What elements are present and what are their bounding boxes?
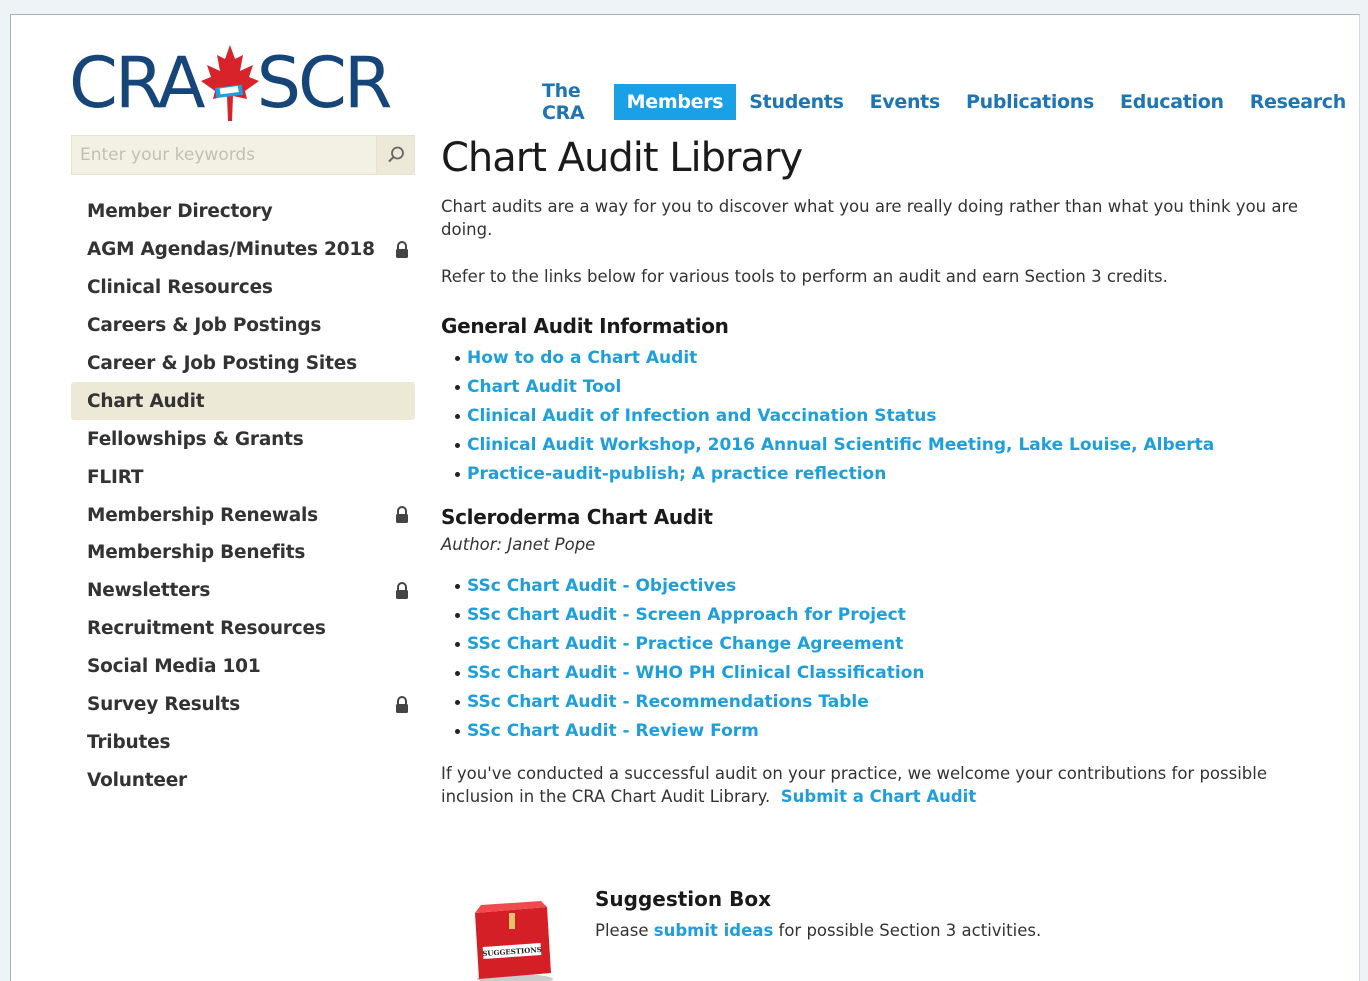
maple-leaf-icon bbox=[199, 43, 261, 123]
sidebar-item-career-job-posting-sites[interactable]: Career & Job Posting Sites bbox=[71, 345, 415, 383]
sidebar-item-member-directory[interactable]: Member Directory bbox=[71, 193, 415, 231]
nav-events[interactable]: Events bbox=[857, 84, 953, 120]
lock-icon bbox=[395, 695, 409, 719]
cra-scr-logo[interactable]: CRA SCR bbox=[69, 42, 393, 124]
list-item: SSc Chart Audit - Objectives bbox=[455, 572, 1341, 601]
sidebar-item-label: Newsletters bbox=[87, 580, 211, 602]
suggestion-box-text: Please submit ideas for possible Section… bbox=[595, 921, 1041, 940]
closing-paragraph: If you've conducted a successful audit o… bbox=[441, 762, 1341, 808]
list-item: Chart Audit Tool bbox=[455, 373, 1341, 402]
suggestion-box-image: SUGGESTIONS bbox=[467, 893, 557, 981]
sidebar-item-recruitment-resources[interactable]: Recruitment Resources bbox=[71, 610, 415, 648]
sidebar-item-label: FLIRT bbox=[87, 466, 144, 488]
link-ssc-screen-approach[interactable]: SSc Chart Audit - Screen Approach for Pr… bbox=[467, 605, 906, 625]
sidebar-item-volunteer[interactable]: Volunteer bbox=[71, 761, 415, 799]
sidebar-item-clinical-resources[interactable]: Clinical Resources bbox=[71, 269, 415, 307]
sidebar-item-label: Member Directory bbox=[87, 201, 273, 223]
author-line: Author: Janet Pope bbox=[441, 535, 596, 554]
general-audit-links: How to do a Chart Audit Chart Audit Tool… bbox=[455, 344, 1341, 489]
sidebar-item-label: Recruitment Resources bbox=[87, 618, 326, 640]
sidebar-item-label: Careers & Job Postings bbox=[87, 315, 322, 337]
link-how-to-do-chart-audit[interactable]: How to do a Chart Audit bbox=[467, 348, 697, 368]
list-item: SSc Chart Audit - Recommendations Table bbox=[455, 688, 1341, 717]
list-item: Clinical Audit Workshop, 2016 Annual Sci… bbox=[455, 431, 1341, 460]
sidebar-item-label: Fellowships & Grants bbox=[87, 428, 304, 450]
sidebar-item-label: Chart Audit bbox=[87, 390, 205, 412]
sidebar-item-flirt[interactable]: FLIRT bbox=[71, 458, 415, 496]
sidebar-item-social-media-101[interactable]: Social Media 101 bbox=[71, 648, 415, 686]
sidebar-item-newsletters[interactable]: Newsletters bbox=[71, 572, 415, 610]
sidebar-item-label: Membership Renewals bbox=[87, 504, 318, 526]
nav-the-cra[interactable]: The CRA bbox=[529, 73, 614, 131]
suggestion-box-section: SUGGESTIONS Suggestion Box Please submit… bbox=[467, 887, 1167, 981]
suggestion-text-after: for possible Section 3 activities. bbox=[778, 921, 1042, 940]
main-content: Chart Audit Library Chart audits are a w… bbox=[441, 133, 1341, 808]
sidebar-item-survey-results[interactable]: Survey Results bbox=[71, 686, 415, 724]
link-practice-audit-publish[interactable]: Practice-audit-publish; A practice refle… bbox=[467, 464, 886, 484]
link-ssc-practice-change[interactable]: SSc Chart Audit - Practice Change Agreem… bbox=[467, 634, 903, 654]
nav-research[interactable]: Research bbox=[1237, 84, 1359, 120]
sidebar-item-fellowships-grants[interactable]: Fellowships & Grants bbox=[71, 420, 415, 458]
link-chart-audit-tool[interactable]: Chart Audit Tool bbox=[467, 377, 621, 397]
link-ssc-objectives[interactable]: SSc Chart Audit - Objectives bbox=[467, 576, 736, 596]
general-audit-heading: General Audit Information bbox=[441, 314, 729, 338]
link-audit-workshop-2016[interactable]: Clinical Audit Workshop, 2016 Annual Sci… bbox=[467, 435, 1214, 455]
submit-ideas-link[interactable]: submit ideas bbox=[654, 921, 773, 940]
list-item: Clinical Audit of Infection and Vaccinat… bbox=[455, 402, 1341, 431]
sidebar-item-label: Social Media 101 bbox=[87, 656, 261, 678]
sidebar-item-label: Volunteer bbox=[87, 769, 187, 791]
search-icon bbox=[387, 146, 404, 163]
lock-icon bbox=[395, 506, 409, 529]
list-item: SSc Chart Audit - WHO PH Clinical Classi… bbox=[455, 659, 1341, 688]
lock-icon bbox=[395, 240, 409, 264]
link-ssc-who-classification[interactable]: SSc Chart Audit - WHO PH Clinical Classi… bbox=[467, 663, 925, 683]
lock-icon bbox=[395, 581, 409, 605]
sidebar-item-label: Membership Benefits bbox=[87, 542, 306, 564]
link-ssc-recommendations[interactable]: SSc Chart Audit - Recommendations Table bbox=[467, 692, 869, 712]
sidebar-item-label: Career & Job Posting Sites bbox=[87, 353, 357, 374]
list-item: How to do a Chart Audit bbox=[455, 344, 1341, 373]
sidebar-item-label: AGM Agendas/Minutes 2018 bbox=[87, 239, 375, 261]
sidebar-item-membership-renewals[interactable]: Membership Renewals bbox=[71, 496, 415, 534]
sidebar-menu: Member Directory AGM Agendas/Minutes 201… bbox=[71, 193, 415, 799]
sidebar-item-tributes[interactable]: Tributes bbox=[71, 723, 415, 761]
sidebar-item-careers-job-postings[interactable]: Careers & Job Postings bbox=[71, 307, 415, 345]
logo-text-right: SCR bbox=[256, 42, 393, 124]
sidebar-item-label: Survey Results bbox=[87, 694, 241, 716]
nav-education[interactable]: Education bbox=[1107, 84, 1237, 120]
submit-chart-audit-link[interactable]: Submit a Chart Audit bbox=[781, 787, 976, 806]
nav-publications[interactable]: Publications bbox=[953, 84, 1107, 120]
suggestion-text-before: Please bbox=[595, 921, 649, 940]
list-item: SSc Chart Audit - Screen Approach for Pr… bbox=[455, 601, 1341, 630]
nav-members[interactable]: Members bbox=[613, 84, 737, 120]
nav-students[interactable]: Students bbox=[736, 84, 856, 120]
sidebar-item-agm-agendas[interactable]: AGM Agendas/Minutes 2018 bbox=[71, 231, 415, 269]
scleroderma-heading: Scleroderma Chart Audit bbox=[441, 505, 713, 529]
sidebar-item-chart-audit[interactable]: Chart Audit bbox=[71, 382, 415, 421]
page: CRA SCR The CRA Members Students Events … bbox=[10, 14, 1360, 981]
sidebar-item-label: Tributes bbox=[87, 731, 171, 753]
logo-text-left: CRA bbox=[69, 42, 206, 124]
top-navigation: The CRA Members Students Events Publicat… bbox=[529, 73, 1359, 131]
list-item: SSc Chart Audit - Practice Change Agreem… bbox=[455, 630, 1341, 659]
search-button[interactable] bbox=[376, 136, 414, 174]
instructions-paragraph: Refer to the links below for various too… bbox=[441, 267, 1168, 286]
suggestion-box-title: Suggestion Box bbox=[595, 887, 771, 911]
intro-paragraph: Chart audits are a way for you to discov… bbox=[441, 197, 1299, 239]
scleroderma-links: SSc Chart Audit - Objectives SSc Chart A… bbox=[455, 572, 1341, 746]
search-input[interactable] bbox=[72, 136, 376, 174]
list-item: Practice-audit-publish; A practice refle… bbox=[455, 460, 1341, 489]
link-ssc-review-form[interactable]: SSc Chart Audit - Review Form bbox=[467, 721, 759, 741]
list-item: SSc Chart Audit - Review Form bbox=[455, 717, 1341, 746]
sidebar-item-label: Clinical Resources bbox=[87, 277, 273, 299]
search-box bbox=[71, 135, 415, 175]
link-infection-vaccination-audit[interactable]: Clinical Audit of Infection and Vaccinat… bbox=[467, 406, 937, 426]
page-title: Chart Audit Library bbox=[441, 135, 803, 181]
sidebar-item-membership-benefits[interactable]: Membership Benefits bbox=[71, 534, 415, 572]
